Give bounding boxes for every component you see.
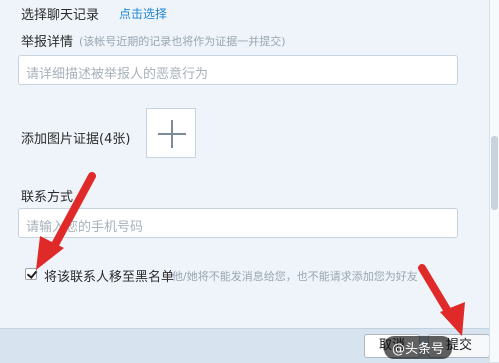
watermark: @头条号 [384, 336, 453, 359]
report-dialog: 选择聊天记录 点击选择 举报详情 (该帐号近期的记录也将作为证据一并提交) 请详… [0, 0, 499, 363]
arrow-to-submit-icon [418, 264, 465, 336]
report-detail-hint: (该帐号近期的记录也将作为证据一并提交) [79, 35, 286, 48]
add-image-evidence-label: 添加图片证据(4张) [21, 132, 131, 147]
chat-record-label: 选择聊天记录 [21, 8, 100, 23]
add-image-button[interactable] [146, 108, 196, 158]
select-chat-link[interactable]: 点击选择 [119, 5, 167, 22]
blacklist-checkbox[interactable] [25, 268, 37, 280]
phone-input[interactable]: 请输入您的手机号码 [18, 208, 458, 238]
scrollbar-thumb[interactable] [491, 136, 498, 210]
blacklist-hint: 他/她将不能发消息给您，也不能请求添加您为好友 [172, 270, 418, 283]
contact-label: 联系方式 [21, 190, 74, 205]
scrollbar-track[interactable] [489, 0, 499, 362]
report-detail-input[interactable]: 请详细描述被举报人的恶意行为 [18, 55, 458, 85]
blacklist-label[interactable]: 将该联系人移至黑名单 [44, 266, 174, 285]
report-detail-label: 举报详情 [21, 35, 74, 50]
phone-placeholder: 请输入您的手机号码 [26, 220, 144, 235]
report-detail-placeholder: 请详细描述被举报人的恶意行为 [26, 67, 209, 82]
